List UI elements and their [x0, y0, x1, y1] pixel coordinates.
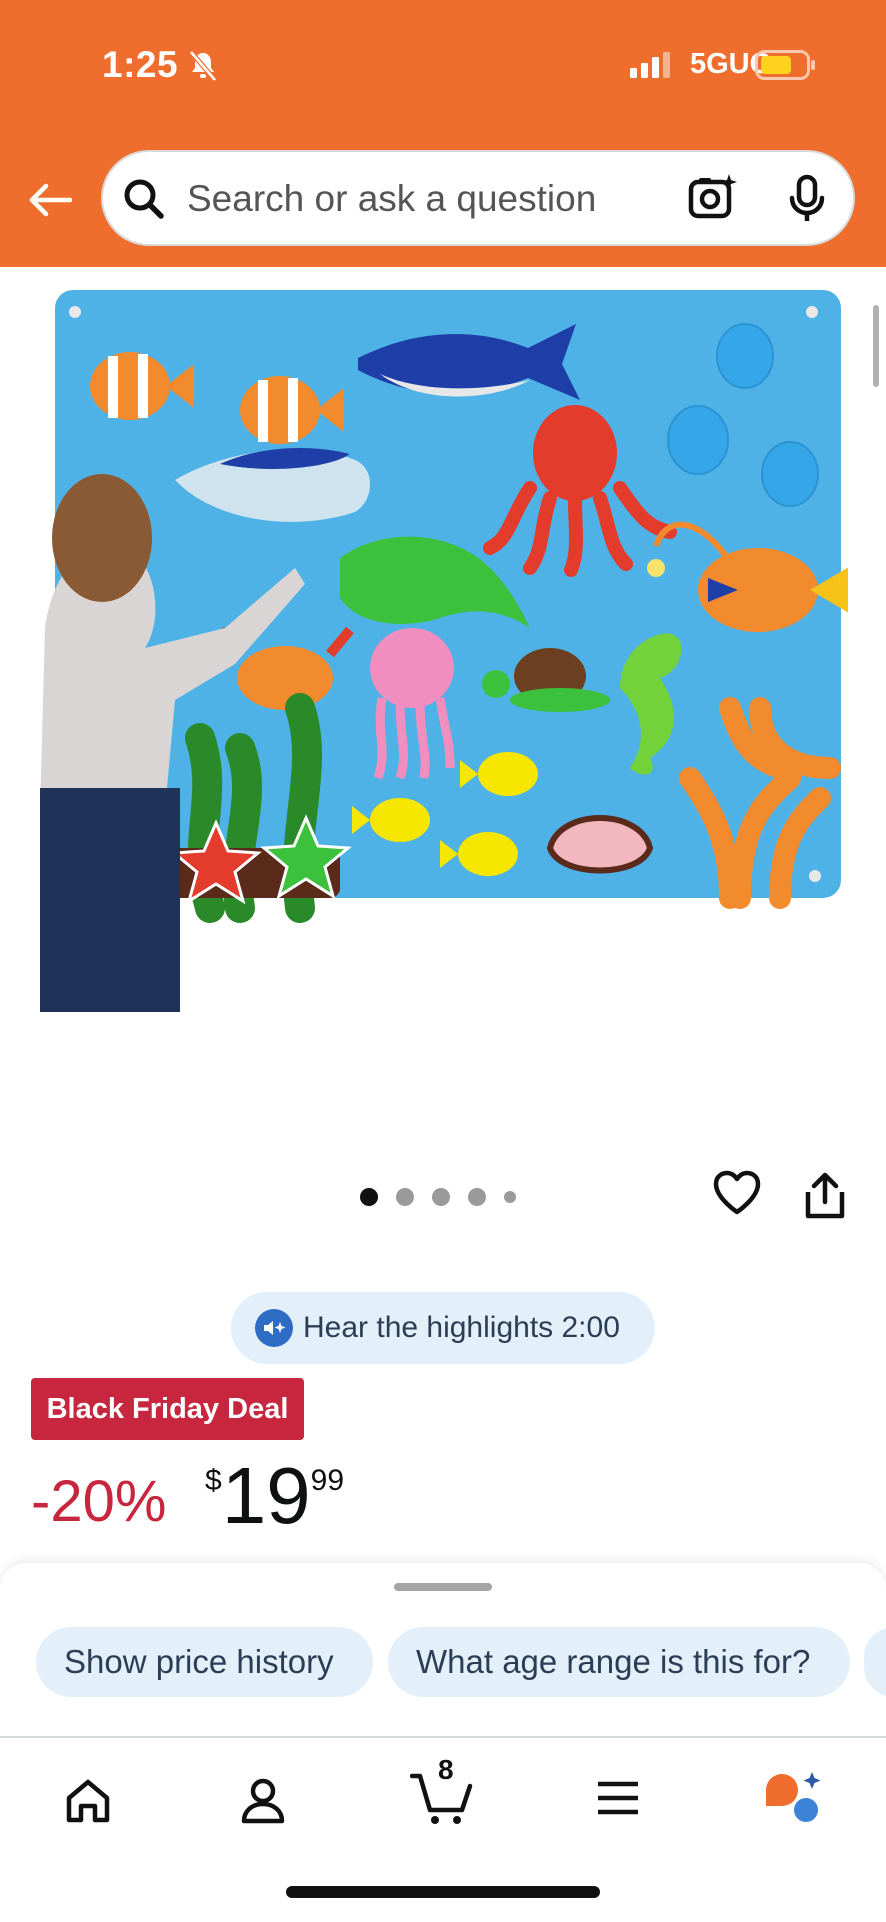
account-icon[interactable]	[241, 1778, 285, 1824]
audio-sparkle-icon	[255, 1309, 293, 1347]
price: $1999	[205, 1456, 344, 1536]
price-whole: 19	[221, 1451, 311, 1540]
price-symbol: $	[205, 1464, 222, 1497]
discount-percent: -20%	[31, 1469, 167, 1534]
wishlist-heart-icon[interactable]	[712, 1170, 762, 1216]
suggestion-chip-age-range[interactable]: What age range is this for?	[388, 1627, 850, 1697]
price-fraction: 99	[310, 1464, 345, 1497]
battery-icon	[755, 50, 815, 80]
carousel-dot[interactable]	[432, 1188, 450, 1206]
cart-count-badge: 8	[438, 1754, 454, 1785]
black-friday-deal-badge: Black Friday Deal	[31, 1378, 304, 1440]
product-image[interactable]	[40, 288, 848, 1012]
hear-highlights-label: Hear the highlights 2:00	[303, 1311, 620, 1344]
menu-icon[interactable]	[596, 1778, 640, 1818]
carousel-dot[interactable]	[396, 1188, 414, 1206]
rufus-assistant-icon[interactable]	[762, 1770, 824, 1826]
home-indicator	[286, 1886, 600, 1898]
suggestion-chip-price-history[interactable]: Show price history	[36, 1627, 373, 1697]
sheet-drag-handle[interactable]	[394, 1583, 492, 1591]
rufus-suggestion-sheet[interactable]: Show price history What age range is thi…	[0, 1563, 886, 1736]
suggestion-chip-more[interactable]	[864, 1627, 886, 1697]
camera-search-icon[interactable]	[687, 172, 737, 222]
home-icon[interactable]	[64, 1778, 112, 1824]
search-input[interactable]: Search or ask a question	[187, 178, 596, 220]
status-time: 1:25	[102, 44, 179, 85]
scroll-indicator	[873, 305, 879, 387]
image-carousel-dots[interactable]	[360, 1188, 534, 1206]
signal-icon	[630, 52, 670, 78]
search-icon	[124, 179, 164, 219]
microphone-icon[interactable]	[787, 174, 827, 224]
app-header: 1:25 5GUC Search or ask a question	[0, 0, 886, 267]
back-arrow-icon	[29, 183, 72, 217]
carousel-dot[interactable]	[468, 1188, 486, 1206]
silent-bell-icon	[189, 50, 217, 82]
back-button[interactable]	[24, 170, 76, 230]
carousel-dot[interactable]	[360, 1188, 378, 1206]
search-bar[interactable]: Search or ask a question	[101, 150, 855, 246]
share-icon[interactable]	[804, 1172, 846, 1220]
hear-highlights-button[interactable]: Hear the highlights 2:00	[231, 1292, 655, 1364]
carousel-dot[interactable]	[504, 1191, 516, 1203]
